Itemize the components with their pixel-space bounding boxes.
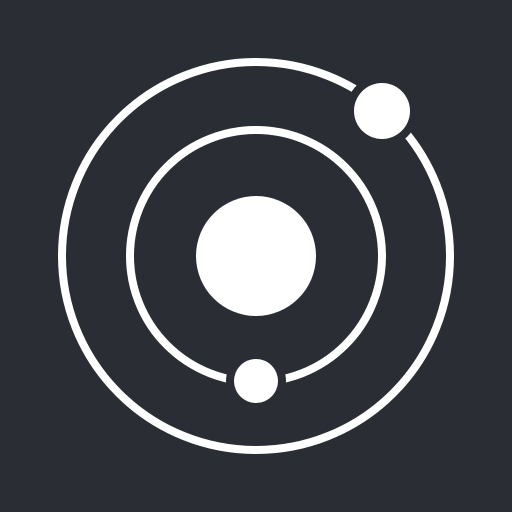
- central-planet: [196, 196, 316, 316]
- orbit-icon: [58, 58, 454, 454]
- outer-moon: [354, 83, 410, 139]
- inner-moon: [234, 359, 278, 403]
- orbit-app-icon: [0, 0, 512, 512]
